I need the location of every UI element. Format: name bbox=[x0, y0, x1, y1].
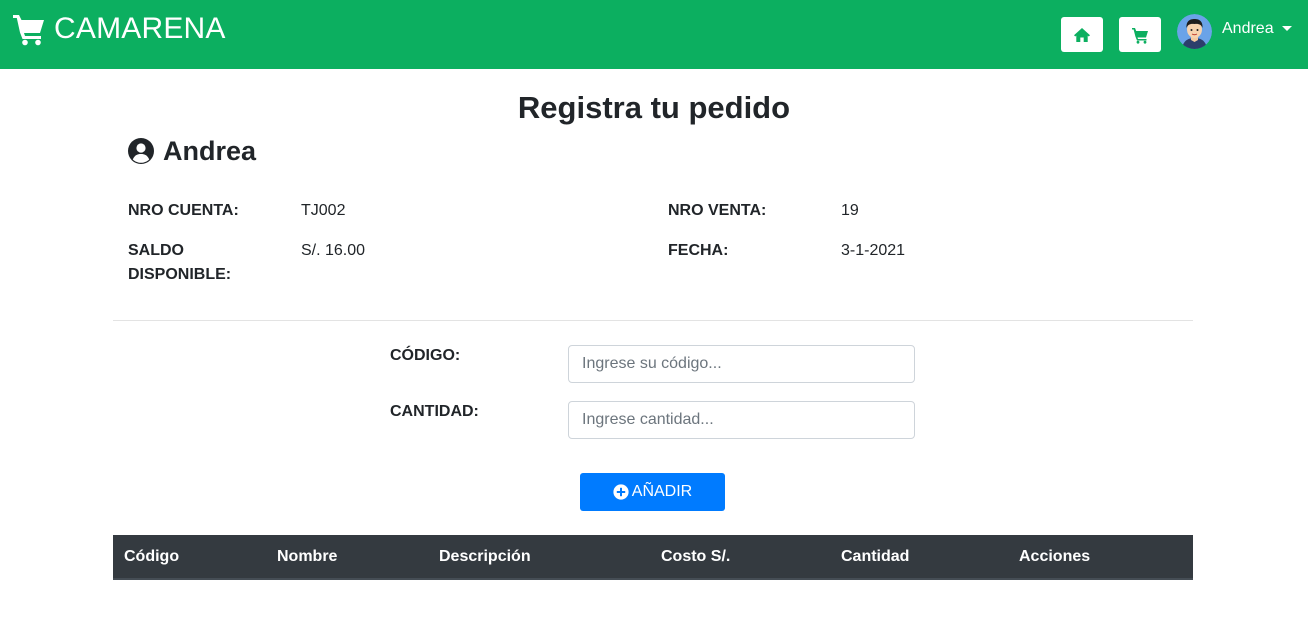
quantity-input[interactable] bbox=[568, 401, 915, 439]
orders-table-header: Código Nombre Descripción Costo S/. Cant… bbox=[113, 535, 1193, 580]
column-header-code: Código bbox=[124, 548, 180, 565]
code-label: CÓDIGO: bbox=[390, 347, 461, 364]
sale-number-label: NRO VENTA: bbox=[668, 202, 767, 219]
navbar: CAMARENA Andrea bbox=[0, 0, 1308, 69]
balance-label-line2: DISPONIBLE: bbox=[128, 266, 232, 283]
column-header-quantity: Cantidad bbox=[841, 548, 910, 565]
quantity-label: CANTIDAD: bbox=[390, 403, 479, 420]
add-button-label: AÑADIR bbox=[631, 483, 693, 500]
column-header-cost: Costo S/. bbox=[661, 548, 731, 565]
account-label: NRO CUENTA: bbox=[128, 202, 239, 219]
add-button[interactable]: AÑADIR bbox=[580, 473, 725, 511]
shopping-cart-icon bbox=[1131, 26, 1149, 44]
plus-circle-icon bbox=[613, 484, 632, 500]
column-header-name: Nombre bbox=[277, 548, 338, 565]
avatar bbox=[1177, 14, 1212, 49]
brand-name: CAMARENA bbox=[54, 12, 226, 45]
home-button[interactable] bbox=[1061, 17, 1103, 52]
user-heading-name: Andrea bbox=[163, 136, 257, 166]
cart-button[interactable] bbox=[1119, 17, 1161, 52]
date-label: FECHA: bbox=[668, 242, 729, 259]
shopping-cart-icon bbox=[12, 12, 46, 46]
user-name: Andrea bbox=[1222, 19, 1274, 37]
divider bbox=[113, 320, 1193, 321]
home-icon bbox=[1073, 26, 1091, 44]
user-heading: Andrea bbox=[127, 134, 256, 168]
account-value: TJ002 bbox=[301, 202, 346, 219]
user-dropdown[interactable]: Andrea bbox=[1177, 14, 1292, 49]
page-title: Registra tu pedido bbox=[517, 90, 791, 125]
user-circle-icon bbox=[127, 137, 155, 165]
date-value: 3-1-2021 bbox=[841, 242, 906, 259]
chevron-down-icon bbox=[1281, 26, 1292, 31]
code-input[interactable] bbox=[568, 345, 915, 383]
balance-value: S/. 16.00 bbox=[301, 242, 366, 259]
column-header-description: Descripción bbox=[439, 548, 531, 565]
balance-label-line1: SALDO bbox=[128, 242, 184, 259]
brand-link[interactable]: CAMARENA bbox=[12, 12, 226, 46]
column-header-actions: Acciones bbox=[1019, 548, 1091, 565]
sale-number-value: 19 bbox=[841, 202, 859, 219]
